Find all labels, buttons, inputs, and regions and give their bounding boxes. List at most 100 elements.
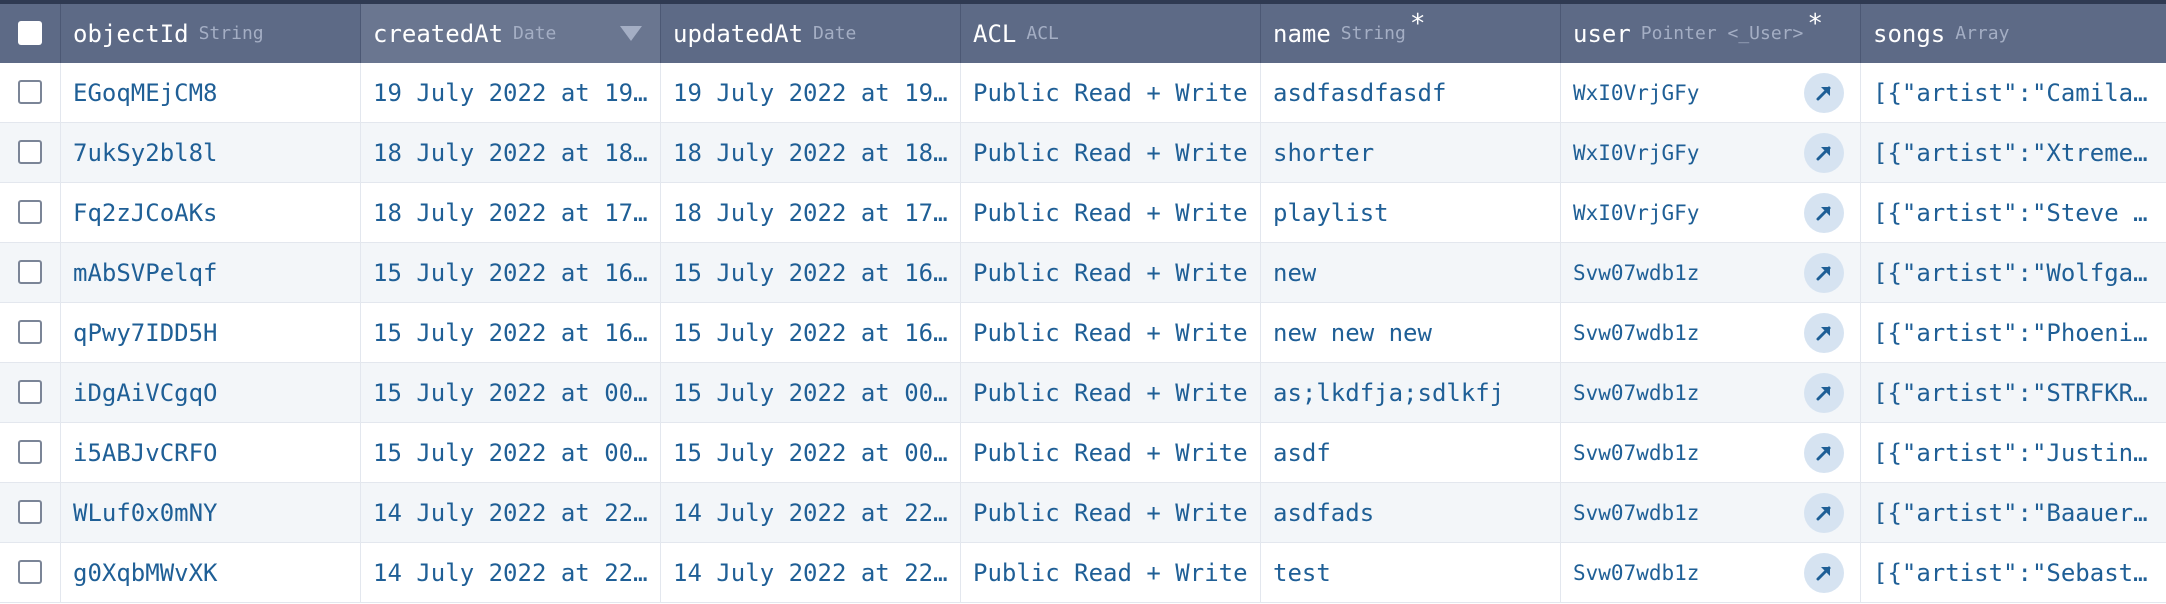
updatedat-cell[interactable]: 14 July 2022 at 22:05 (661, 543, 961, 602)
table-row[interactable]: iDgAiVCgqO 15 July 2022 at 00:52 15 July 2… (0, 363, 2166, 423)
acl-cell[interactable]: Public Read + Write (961, 63, 1261, 122)
updatedat-cell[interactable]: 14 July 2022 at 22:18 (661, 483, 961, 542)
name-cell[interactable]: as;lkdfja;sdlkfj (1261, 363, 1561, 422)
createdat-cell[interactable]: 18 July 2022 at 18:12 (361, 123, 661, 182)
acl-cell[interactable]: Public Read + Write (961, 543, 1261, 602)
open-pointer-button[interactable] (1804, 133, 1844, 173)
acl-cell[interactable]: Public Read + Write (961, 363, 1261, 422)
createdat-cell[interactable]: 14 July 2022 at 22:05 (361, 543, 661, 602)
updatedat-cell[interactable]: 15 July 2022 at 16:40 (661, 243, 961, 302)
column-header-updatedat[interactable]: updatedAt Date (661, 4, 961, 63)
name-cell[interactable]: new (1261, 243, 1561, 302)
user-pointer-cell[interactable]: Svw07wdb1z (1561, 363, 1861, 422)
row-checkbox[interactable] (18, 320, 42, 344)
objectid-cell[interactable]: g0XqbMWvXK (61, 543, 361, 602)
updatedat-cell[interactable]: 15 July 2022 at 16:21 (661, 303, 961, 362)
songs-cell[interactable]: [{"artist":"Baauer"}] (1861, 483, 2166, 542)
songs-cell[interactable]: [{"artist":"Steve Aoki"}] (1861, 183, 2166, 242)
sort-descending-icon[interactable] (620, 26, 642, 41)
open-pointer-button[interactable] (1804, 553, 1844, 593)
name-cell[interactable]: new new new (1261, 303, 1561, 362)
createdat-cell[interactable]: 15 July 2022 at 16:21 (361, 303, 661, 362)
createdat-cell[interactable]: 15 July 2022 at 16:40 (361, 243, 661, 302)
user-pointer-cell[interactable]: Svw07wdb1z (1561, 483, 1861, 542)
songs-cell[interactable]: [{"artist":"STRFKR"}] (1861, 363, 2166, 422)
updatedat-cell[interactable]: 18 July 2022 at 18:12 (661, 123, 961, 182)
acl-cell[interactable]: Public Read + Write (961, 183, 1261, 242)
songs-cell[interactable]: [{"artist":"Wolfgang"}] (1861, 243, 2166, 302)
updatedat-cell[interactable]: 15 July 2022 at 00:31 (661, 423, 961, 482)
songs-cell[interactable]: [{"artist":"Camila Cabello"}] (1861, 63, 2166, 122)
table-row[interactable]: i5ABJvCRFO 15 July 2022 at 00:31 15 July 2… (0, 423, 2166, 483)
acl-cell[interactable]: Public Read + Write (961, 123, 1261, 182)
table-row[interactable]: 7ukSy2bl8l 18 July 2022 at 18:12 18 July 2… (0, 123, 2166, 183)
songs-cell[interactable]: [{"artist":"Sebastian"}] (1861, 543, 2166, 602)
name-cell[interactable]: asdfasdfasdf (1261, 63, 1561, 122)
column-header-name[interactable]: name String * (1261, 4, 1561, 63)
user-pointer-cell[interactable]: WxI0VrjGFy (1561, 183, 1861, 242)
column-header-objectid[interactable]: objectId String (61, 4, 361, 63)
table-row[interactable]: Fq2zJCoAKs 18 July 2022 at 17:30 18 July 2… (0, 183, 2166, 243)
name-cell[interactable]: asdf (1261, 423, 1561, 482)
createdat-cell[interactable]: 15 July 2022 at 00:31 (361, 423, 661, 482)
songs-cell[interactable]: [{"artist":"Xtreme"}] (1861, 123, 2166, 182)
user-pointer-cell[interactable]: Svw07wdb1z (1561, 303, 1861, 362)
createdat-cell[interactable]: 18 July 2022 at 17:30 (361, 183, 661, 242)
createdat-cell[interactable]: 19 July 2022 at 19:45 (361, 63, 661, 122)
acl-cell[interactable]: Public Read + Write (961, 243, 1261, 302)
open-pointer-button[interactable] (1804, 313, 1844, 353)
objectid-cell[interactable]: mAbSVPelqf (61, 243, 361, 302)
objectid-cell[interactable]: EGoqMEjCM8 (61, 63, 361, 122)
table-row[interactable]: EGoqMEjCM8 19 July 2022 at 19:45 19 July 2… (0, 63, 2166, 123)
objectid-cell[interactable]: 7ukSy2bl8l (61, 123, 361, 182)
user-pointer-cell[interactable]: Svw07wdb1z (1561, 423, 1861, 482)
row-checkbox[interactable] (18, 260, 42, 284)
column-header-acl[interactable]: ACL ACL (961, 4, 1261, 63)
name-cell[interactable]: shorter (1261, 123, 1561, 182)
column-header-songs[interactable]: songs Array (1861, 4, 2166, 63)
column-header-user[interactable]: user Pointer <_User> * (1561, 4, 1861, 63)
songs-cell[interactable]: [{"artist":"Phoenix"}] (1861, 303, 2166, 362)
open-pointer-button[interactable] (1804, 493, 1844, 533)
acl-cell[interactable]: Public Read + Write (961, 303, 1261, 362)
row-checkbox[interactable] (18, 140, 42, 164)
open-pointer-button[interactable] (1804, 433, 1844, 473)
updatedat-cell[interactable]: 15 July 2022 at 00:52 (661, 363, 961, 422)
table-row[interactable]: mAbSVPelqf 15 July 2022 at 16:40 15 July 2… (0, 243, 2166, 303)
user-pointer-cell[interactable]: WxI0VrjGFy (1561, 123, 1861, 182)
acl-cell[interactable]: Public Read + Write (961, 483, 1261, 542)
createdat-cell-value: 15 July 2022 at 16:21 (373, 318, 651, 347)
row-checkbox[interactable] (18, 440, 42, 464)
objectid-cell[interactable]: Fq2zJCoAKs (61, 183, 361, 242)
open-pointer-button[interactable] (1804, 253, 1844, 293)
songs-cell[interactable]: [{"artist":"Justin Bieber"}] (1861, 423, 2166, 482)
createdat-cell[interactable]: 15 July 2022 at 00:52 (361, 363, 661, 422)
name-cell[interactable]: test (1261, 543, 1561, 602)
row-checkbox[interactable] (18, 560, 42, 584)
user-pointer-cell[interactable]: Svw07wdb1z (1561, 243, 1861, 302)
objectid-cell[interactable]: i5ABJvCRFO (61, 423, 361, 482)
updatedat-cell[interactable]: 18 July 2022 at 17:30 (661, 183, 961, 242)
column-header-createdat[interactable]: createdAt Date (361, 4, 661, 63)
objectid-cell[interactable]: qPwy7IDD5H (61, 303, 361, 362)
table-row[interactable]: qPwy7IDD5H 15 July 2022 at 16:21 15 July 2… (0, 303, 2166, 363)
row-checkbox[interactable] (18, 80, 42, 104)
row-checkbox[interactable] (18, 380, 42, 404)
objectid-cell[interactable]: iDgAiVCgqO (61, 363, 361, 422)
row-checkbox[interactable] (18, 200, 42, 224)
updatedat-cell[interactable]: 19 July 2022 at 19:45 (661, 63, 961, 122)
acl-cell[interactable]: Public Read + Write (961, 423, 1261, 482)
open-pointer-button[interactable] (1804, 73, 1844, 113)
table-row[interactable]: WLuf0x0mNY 14 July 2022 at 22:18 14 July 2… (0, 483, 2166, 543)
table-row[interactable]: g0XqbMWvXK 14 July 2022 at 22:05 14 July 2… (0, 543, 2166, 603)
select-all-checkbox[interactable] (18, 21, 42, 45)
open-pointer-button[interactable] (1804, 373, 1844, 413)
name-cell[interactable]: asdfads (1261, 483, 1561, 542)
user-pointer-cell[interactable]: WxI0VrjGFy (1561, 63, 1861, 122)
name-cell[interactable]: playlist (1261, 183, 1561, 242)
createdat-cell[interactable]: 14 July 2022 at 22:18 (361, 483, 661, 542)
user-pointer-cell[interactable]: Svw07wdb1z (1561, 543, 1861, 602)
row-checkbox[interactable] (18, 500, 42, 524)
open-pointer-button[interactable] (1804, 193, 1844, 233)
objectid-cell[interactable]: WLuf0x0mNY (61, 483, 361, 542)
